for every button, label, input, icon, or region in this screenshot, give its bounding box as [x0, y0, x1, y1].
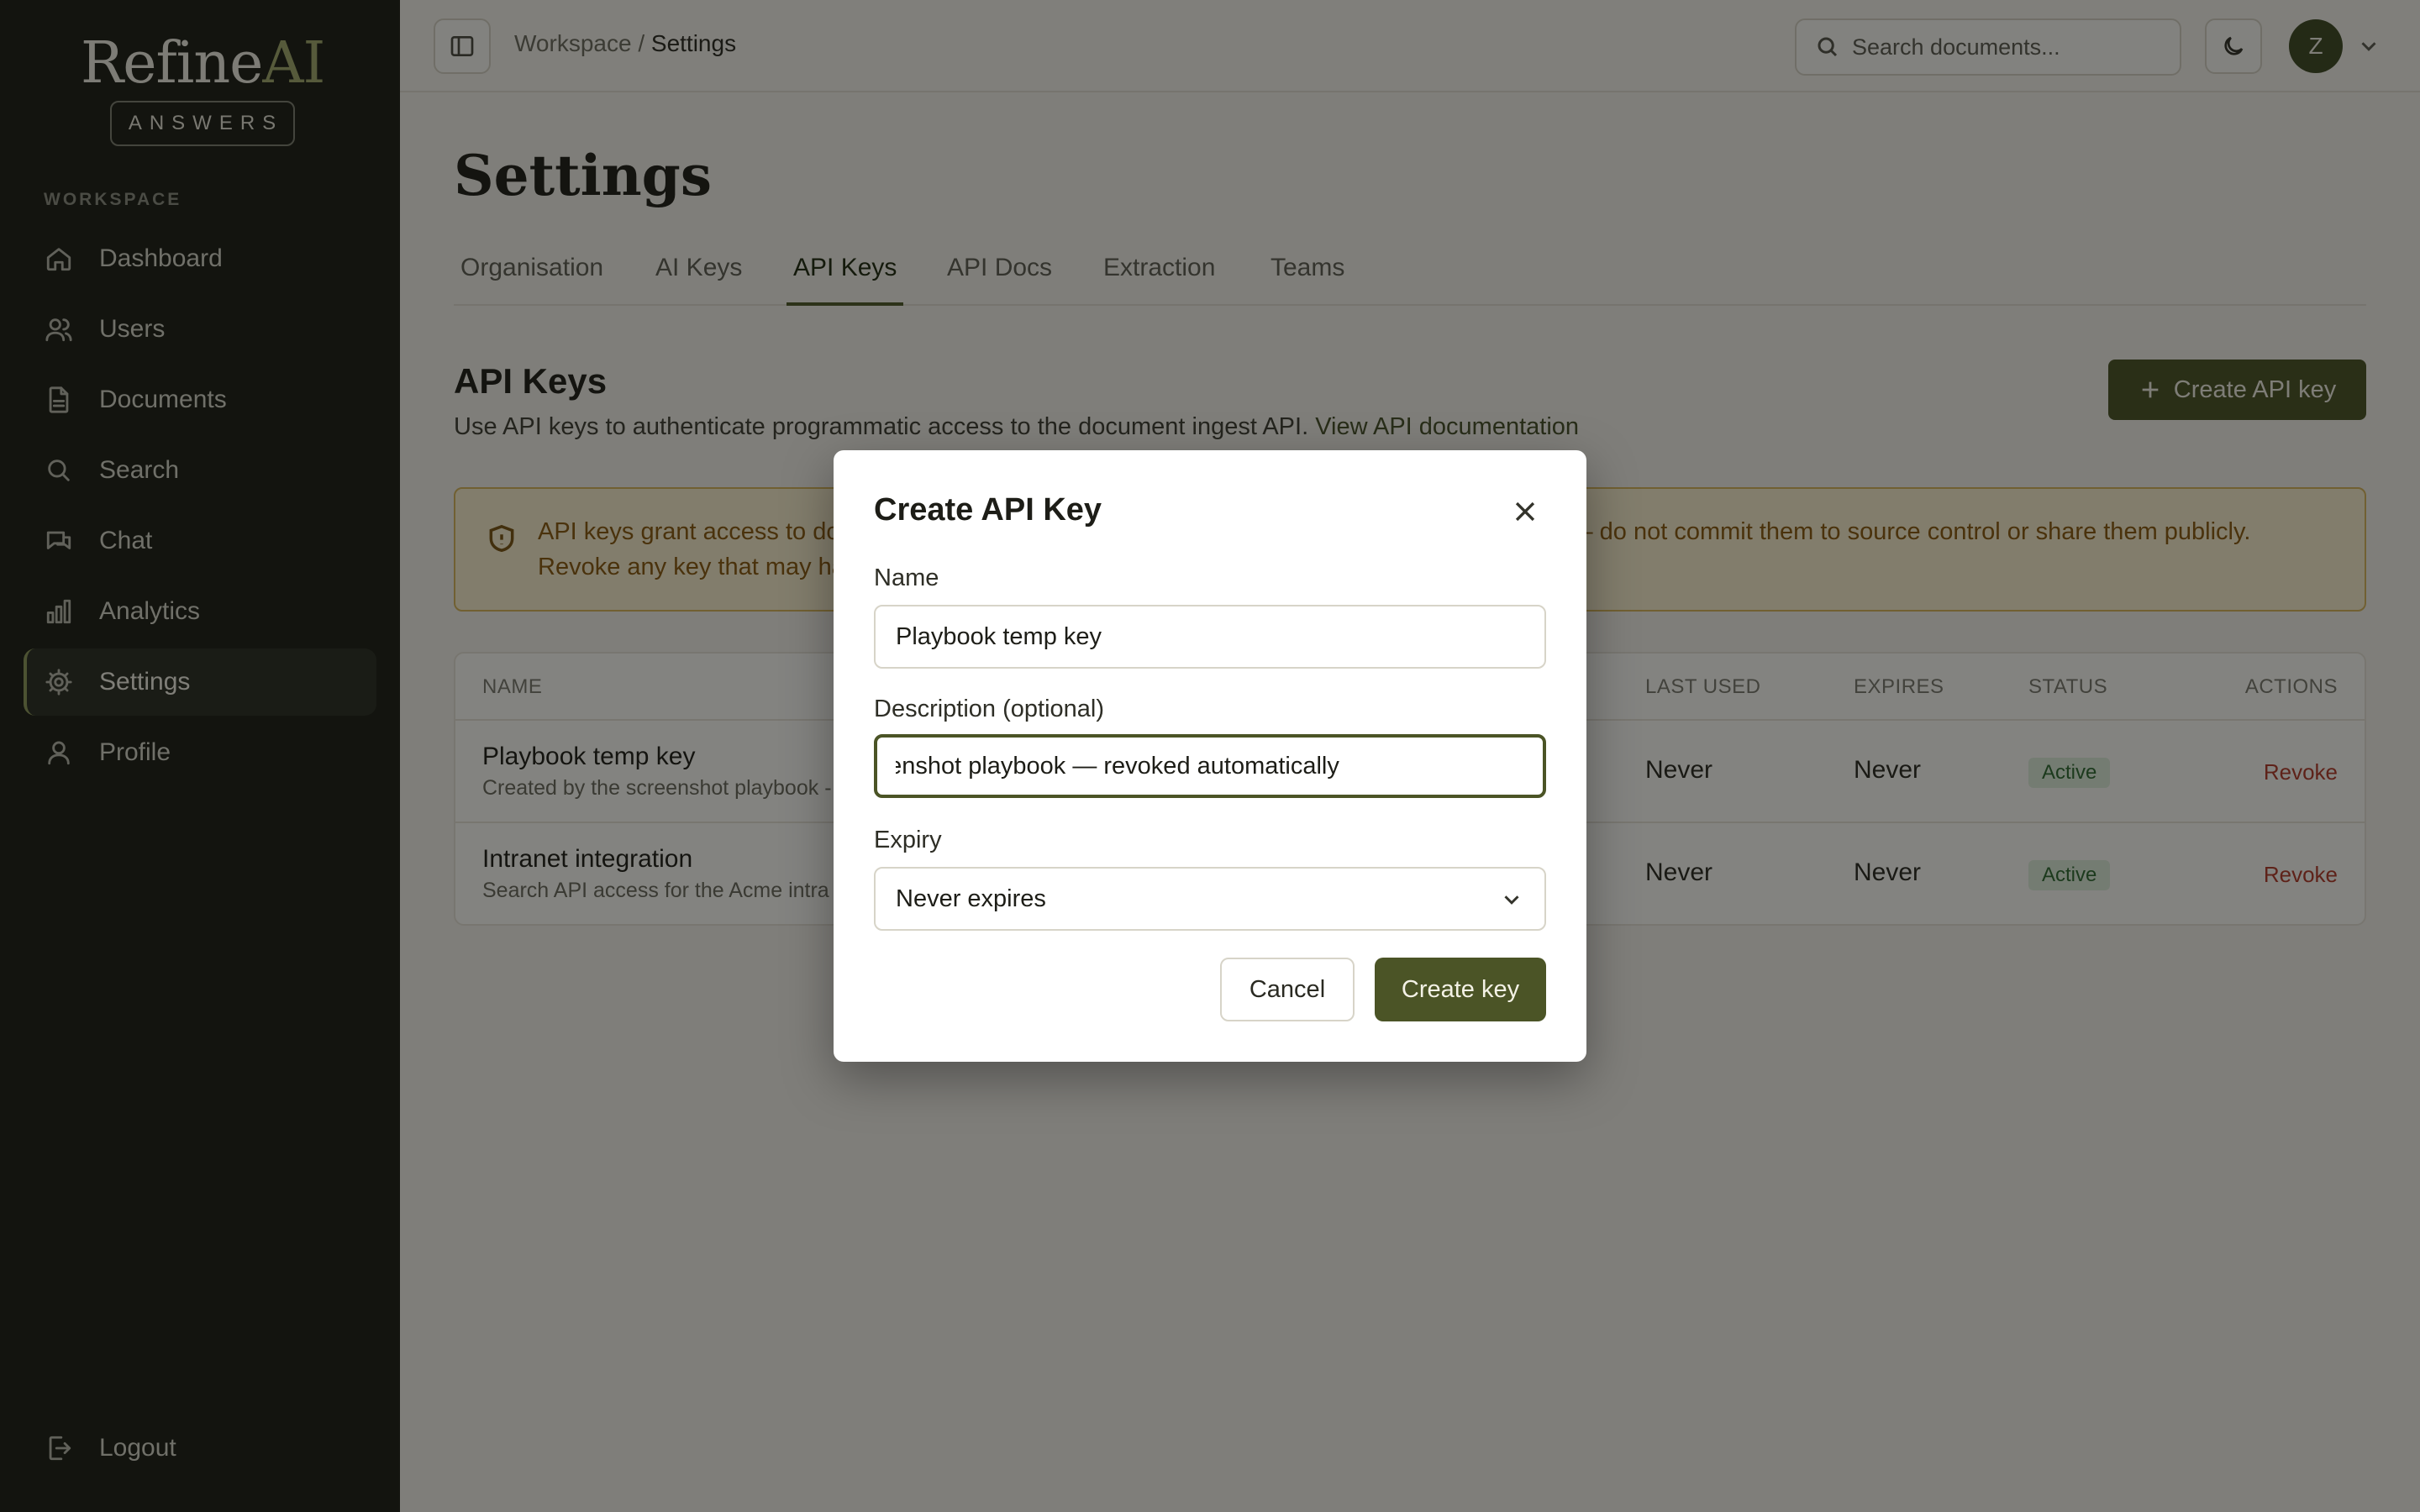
cancel-button[interactable]: Cancel: [1220, 958, 1355, 1021]
expiry-label: Expiry: [874, 827, 942, 853]
expiry-select[interactable]: Never expires: [874, 867, 1546, 931]
expiry-value: Never expires: [896, 885, 1046, 912]
close-icon[interactable]: [1511, 497, 1541, 528]
name-input[interactable]: [874, 605, 1546, 669]
modal-title: Create API Key: [874, 492, 1102, 528]
name-label: Name: [874, 564, 939, 591]
create-key-button[interactable]: Create key: [1375, 958, 1546, 1021]
chevron-down-icon: [1499, 887, 1524, 912]
description-input[interactable]: [874, 734, 1546, 798]
description-label: Description (optional): [874, 696, 1105, 722]
create-api-key-modal: Create API Key Name Description (optiona…: [834, 450, 1586, 1062]
